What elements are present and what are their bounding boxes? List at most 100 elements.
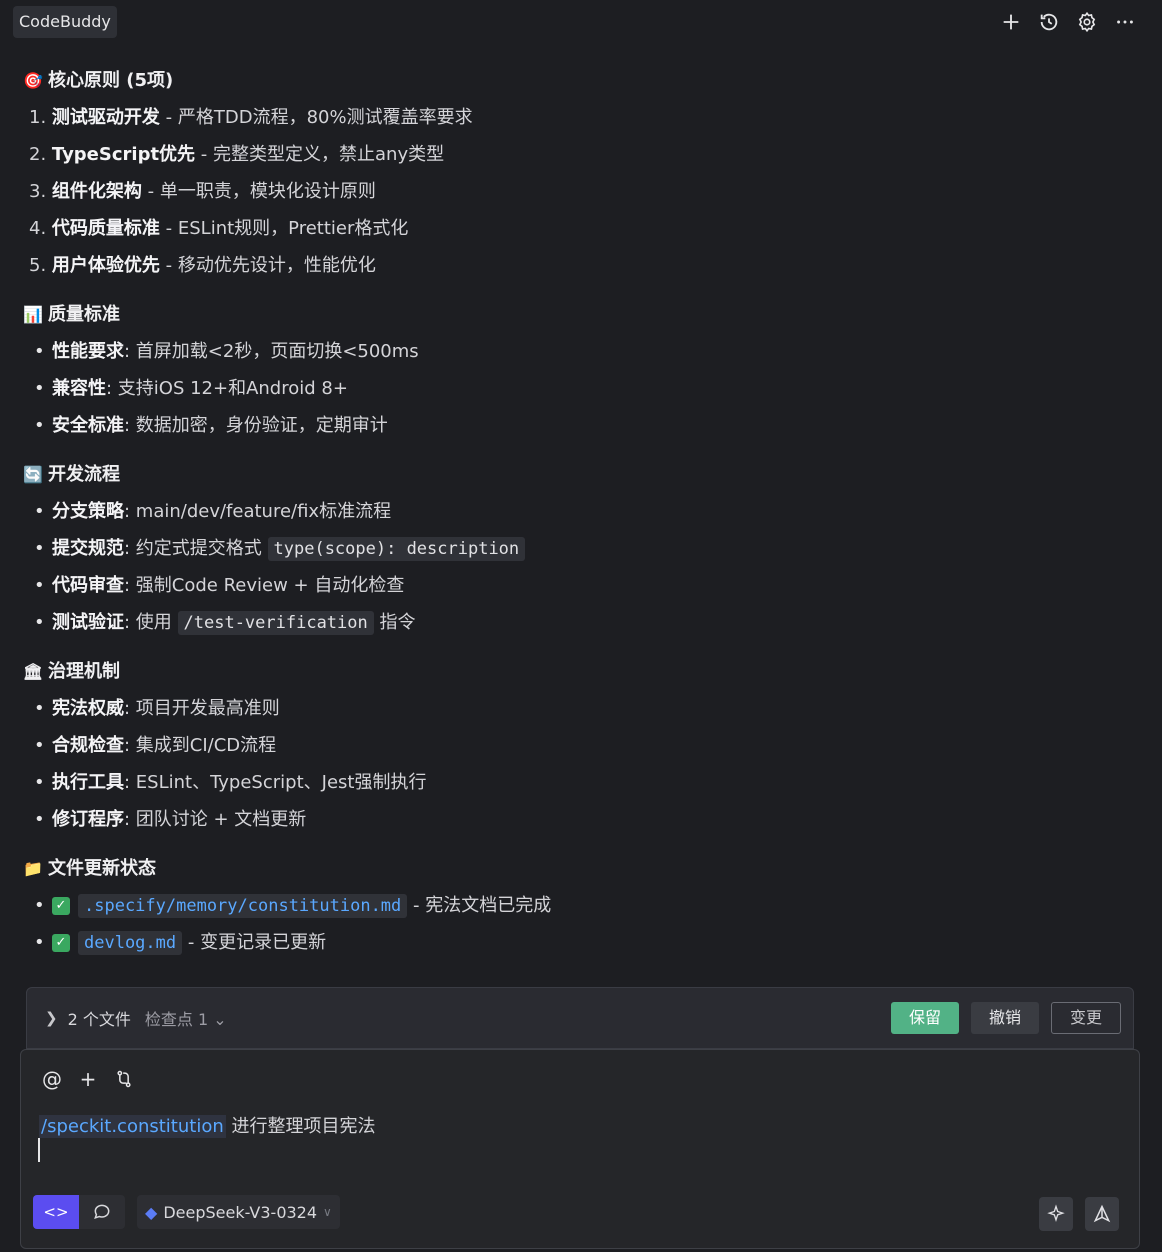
item-term: 组件化架构 <box>51 181 142 202</box>
section-title-text: 质量标准 <box>48 304 120 325</box>
item-term: 用户体验优先 <box>51 255 160 276</box>
item-text: : 团队讨论 + 文档更新 <box>124 809 307 830</box>
item-term: 执行工具 <box>52 772 124 793</box>
item-term: 安全标准 <box>52 415 124 436</box>
item-term: 代码审查 <box>52 575 124 596</box>
list-item: • 执行工具: ESLint、TypeScript、Jest强制执行 <box>34 772 427 793</box>
file-link[interactable]: .specify/memory/constitution.md <box>78 894 408 918</box>
chat-input-box[interactable]: @ + /speckit.constitution 进行整理项目宪法 <> ◆ … <box>20 1049 1140 1249</box>
list-item: 2. TypeScript优先 - 完整类型定义，禁止any类型 <box>24 136 1134 173</box>
inline-code: /test-verification <box>177 611 374 635</box>
list-item: • ✓ .specify/memory/constitution.md - 宪法文档… <box>34 894 552 918</box>
checkpoint-dropdown[interactable]: 检查点 1 ⌄ <box>145 1006 227 1030</box>
text-cursor <box>38 1138 40 1162</box>
item-term: 分支策略 <box>52 501 124 522</box>
list-item: • 代码审查: 强制Code Review + 自动化检查 <box>34 575 405 596</box>
plus-icon[interactable] <box>998 9 1024 35</box>
target-icon: 🎯 <box>23 71 43 90</box>
item-term: 代码质量标准 <box>51 218 160 239</box>
item-text: - 完整类型定义，禁止any类型 <box>195 144 445 165</box>
item-term: 宪法权威 <box>52 698 124 719</box>
send-icon[interactable] <box>1085 1197 1119 1231</box>
item-text: - 严格TDD流程，80%测试覆盖率要求 <box>159 107 473 128</box>
history-icon[interactable] <box>1036 9 1062 35</box>
changed-files-count[interactable]: 2 个文件 <box>68 1006 131 1030</box>
message-content: 🎯 核心原则 (5项) 1. 测试驱动开发 - 严格TDD流程，80%测试覆盖率… <box>22 62 1134 961</box>
list-number: 5. <box>29 255 47 276</box>
item-term: 测试验证 <box>52 612 124 633</box>
list-number: 3. <box>29 181 47 202</box>
checkpoint-label: 检查点 1 <box>144 1010 209 1029</box>
model-name: DeepSeek-V3-0324 <box>163 1202 318 1222</box>
item-text: - 单一职责，模块化设计原则 <box>141 181 376 202</box>
mode-toggle: <> <box>33 1195 125 1229</box>
list-item: 3. 组件化架构 - 单一职责，模块化设计原则 <box>24 173 1134 210</box>
changes-button[interactable]: 变更 <box>1050 1002 1121 1034</box>
inline-code: type(scope): description <box>267 537 526 561</box>
slash-command: /speckit.constitution <box>39 1115 226 1138</box>
list-item: • 分支策略: main/dev/feature/fix标准流程 <box>34 501 392 522</box>
list-number: 2. <box>29 144 47 165</box>
item-text: : 使用 <box>124 612 178 633</box>
check-mark-icon: ✓ <box>52 897 70 915</box>
section-title-text: 治理机制 <box>48 661 120 682</box>
item-text: - 变更记录已更新 <box>182 932 327 953</box>
file-link[interactable]: devlog.md <box>78 931 183 955</box>
list-item: • 性能要求: 首屏加载<2秒，页面切换<500ms <box>34 341 419 362</box>
section-title-text: 文件更新状态 <box>48 858 156 879</box>
item-text-after: 指令 <box>373 612 416 633</box>
item-term: 提交规范 <box>52 538 124 559</box>
changes-bar: ❯ 2 个文件 检查点 1 ⌄ 保留 撤销 变更 <box>26 987 1134 1049</box>
item-text: - 宪法文档已完成 <box>407 895 552 916</box>
item-text: - ESLint规则，Prettier格式化 <box>159 218 409 239</box>
list-item: • 兼容性: 支持iOS 12+和Android 8+ <box>34 378 348 399</box>
chevron-down-icon: ∨ <box>323 1205 332 1219</box>
item-text: : main/dev/feature/fix标准流程 <box>124 501 392 522</box>
list-item: 4. 代码质量标准 - ESLint规则，Prettier格式化 <box>24 210 1134 247</box>
chevron-right-icon[interactable]: ❯ <box>45 1009 58 1027</box>
chat-mode-button[interactable] <box>79 1195 125 1229</box>
item-text: : 首屏加载<2秒，页面切换<500ms <box>124 341 419 362</box>
add-context-icon[interactable]: + <box>77 1067 99 1091</box>
item-term: 测试驱动开发 <box>51 107 160 128</box>
model-selector[interactable]: ◆ DeepSeek-V3-0324 ∨ <box>137 1195 340 1229</box>
section-title-principles: 🎯 核心原则 (5项) <box>23 62 1134 99</box>
section-title-files: 📁 文件更新状态 <box>23 850 1134 887</box>
list-number: 1. <box>29 107 47 128</box>
item-text: : 项目开发最高准则 <box>124 698 280 719</box>
gear-icon[interactable] <box>1074 9 1100 35</box>
list-item: • 宪法权威: 项目开发最高准则 <box>34 698 280 719</box>
whale-icon: ◆ <box>145 1202 158 1222</box>
chevron-down-icon: ⌄ <box>213 1010 227 1029</box>
branch-icon[interactable] <box>113 1068 135 1090</box>
section-title-text: 开发流程 <box>48 464 120 485</box>
sparkle-icon[interactable] <box>1039 1197 1073 1231</box>
classical-building-icon: 🏛 <box>22 662 44 681</box>
list-item: • 合规检查: 集成到CI/CD流程 <box>34 735 277 756</box>
list-item: • 提交规范: 约定式提交格式 type(scope): description <box>24 530 1134 567</box>
item-term: TypeScript优先 <box>51 144 196 165</box>
item-text: : 数据加密，身份验证，定期审计 <box>124 415 388 436</box>
keep-button[interactable]: 保留 <box>890 1002 959 1034</box>
list-item: • 测试验证: 使用 /test-verification 指令 <box>34 611 416 635</box>
code-mode-button[interactable]: <> <box>33 1195 79 1229</box>
item-text: : 集成到CI/CD流程 <box>124 735 277 756</box>
list-item: 5. 用户体验优先 - 移动优先设计，性能优化 <box>24 247 1134 284</box>
input-text: 进行整理项目宪法 <box>225 1116 376 1137</box>
item-text: : 支持iOS 12+和Android 8+ <box>106 378 348 399</box>
item-text: : 强制Code Review + 自动化检查 <box>124 575 405 596</box>
folder-icon: 📁 <box>23 859 43 878</box>
input-content[interactable]: /speckit.constitution 进行整理项目宪法 <box>39 1112 375 1138</box>
section-title-quality: 📊 质量标准 <box>23 296 1134 333</box>
mention-icon[interactable]: @ <box>41 1067 63 1091</box>
item-text: : 约定式提交格式 <box>124 538 268 559</box>
section-title-workflow: 🔄 开发流程 <box>23 456 1134 493</box>
input-tools: @ + <box>41 1067 135 1091</box>
item-text: - 移动优先设计，性能优化 <box>159 255 376 276</box>
refresh-icon: 🔄 <box>23 465 43 484</box>
more-icon[interactable] <box>1112 9 1138 35</box>
list-item: 1. 测试驱动开发 - 严格TDD流程，80%测试覆盖率要求 <box>24 99 1134 136</box>
item-term: 合规检查 <box>52 735 124 756</box>
undo-button[interactable]: 撤销 <box>970 1002 1039 1034</box>
app-title: CodeBuddy <box>13 6 117 38</box>
